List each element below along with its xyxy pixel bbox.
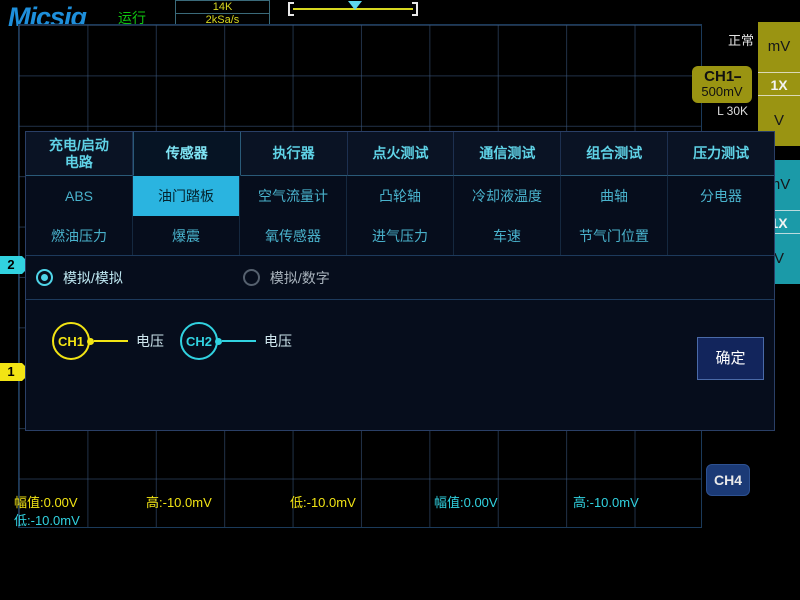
channel-assignment-area: CH1 电压 CH2 电压 [26, 300, 774, 430]
bottom-toolbar: 微调 快速 保存 ∿ 500 ms ∿ CH1 [0, 530, 800, 600]
ch4-button[interactable]: CH4 [706, 464, 750, 496]
sensor-item-intake-pressure[interactable]: 进气压力 [347, 216, 454, 255]
channel-marker-ch1[interactable]: 1 [0, 363, 31, 381]
tab-charging-circuit[interactable]: 充电/启动 电路 [26, 132, 133, 176]
memory-depth-value: 14K [176, 1, 269, 14]
sensor-item-vehicle-speed[interactable]: 车速 [454, 216, 561, 255]
radio-analog-analog[interactable]: 模拟/模拟 [36, 268, 123, 288]
channel-node-ch1-pin-icon [87, 337, 94, 345]
radio-analog-digital[interactable]: 模拟/数字 [242, 268, 330, 288]
channel-node-ch1-wire-icon [94, 340, 128, 342]
ch1-badge-name-text: CH1 [704, 68, 735, 85]
tab-communication-test[interactable]: 通信测试 [454, 132, 562, 176]
channel-node-ch2-circle[interactable]: CH2 [180, 322, 218, 360]
tab-charging-circuit-line2: 电路 [64, 153, 93, 170]
ch1-badge-sub-label: L 30K [717, 104, 748, 118]
channel-node-ch2-wire-icon [222, 340, 256, 342]
channel-node-ch1[interactable]: CH1 电压 [52, 322, 164, 360]
tab-pressure-test[interactable]: 压力测试 [668, 132, 775, 176]
tab-actuators[interactable]: 执行器 [240, 132, 348, 176]
sensor-item-throttle-position[interactable]: 节气门位置 [561, 216, 668, 255]
memory-bracket-right-icon [412, 2, 418, 16]
measurement-ch1-1[interactable]: 高:-10.0mV [146, 492, 212, 511]
tab-ignition-test[interactable]: 点火测试 [347, 132, 455, 176]
ch1-status-badge[interactable]: CH1━ 500mV [692, 66, 752, 104]
channel-marker-ch2[interactable]: 2 [0, 256, 31, 274]
sensor-item-crankshaft[interactable]: 曲轴 [561, 176, 668, 216]
trigger-status-label: 正常 [727, 33, 754, 48]
signal-mode-radio-group: 模拟/模拟 模拟/数字 [26, 256, 774, 300]
sensor-item-empty [668, 216, 774, 255]
ch1-badge-scale: 500mV [701, 84, 743, 100]
channel-node-ch1-circle[interactable]: CH1 [52, 322, 90, 360]
sensor-item-knock[interactable]: 爆震 [133, 216, 240, 255]
tab-combination-test[interactable]: 组合测试 [561, 132, 669, 176]
confirm-button[interactable]: 确定 [697, 337, 764, 380]
sensor-item-distributor[interactable]: 分电器 [668, 176, 774, 216]
sensor-item-camshaft[interactable]: 凸轮轴 [347, 176, 454, 216]
acquisition-info-box[interactable]: 14K 2kSa/s [175, 0, 270, 27]
ch1-unit-up-button[interactable]: mV [758, 22, 800, 72]
channel-node-ch2-pin-icon [215, 337, 222, 345]
measurement-ch2-1[interactable]: 高:-10.0mV [573, 492, 639, 511]
measurement-ch1-2[interactable]: 低:-10.0mV [290, 492, 356, 511]
measurement-ch1-0[interactable]: 幅值:0.00V [14, 492, 78, 511]
radio-analog-analog-label: 模拟/模拟 [63, 269, 123, 286]
sensor-list-row-2: 燃油压力 爆震 氧传感器 进气压力 车速 节气门位置 [26, 216, 774, 256]
sensor-item-oxygen[interactable]: 氧传感器 [240, 216, 347, 255]
auto-test-panel: 充电/启动 电路 传感器 执行器 点火测试 通信测试 组合测试 压力测试 ABS… [25, 131, 775, 431]
panel-tab-row: 充电/启动 电路 传感器 执行器 点火测试 通信测试 组合测试 压力测试 [26, 132, 775, 176]
sensor-item-fuel-pressure[interactable]: 燃油压力 [26, 216, 133, 255]
sensor-list-row-1: ABS 油门踏板 空气流量计 凸轮轴 冷却液温度 曲轴 分电器 [26, 176, 774, 216]
radio-analog-digital-icon[interactable] [242, 269, 260, 286]
channel-node-ch2[interactable]: CH2 电压 [180, 322, 292, 360]
ch1-scale-stack[interactable]: mV 1X V [758, 22, 800, 146]
radio-analog-digital-label: 模拟/数字 [269, 269, 330, 286]
sensor-item-maf[interactable]: 空气流量计 [240, 176, 347, 216]
sensor-item-throttle-pedal[interactable]: 油门踏板 [133, 176, 240, 216]
sensor-item-abs[interactable]: ABS [26, 176, 133, 216]
memory-position-bar[interactable] [288, 1, 418, 18]
measurement-ch1-3[interactable]: 低:-10.0mV [14, 510, 80, 529]
tab-charging-circuit-line1: 充电/启动 [48, 136, 109, 153]
oscilloscope-screen: Micsig 运行 14K 2kSa/s 2 1 mV 1X V mV 1X V… [0, 0, 800, 600]
dc-coupling-icon: ━ [734, 72, 741, 84]
trigger-position-marker-icon[interactable] [348, 1, 362, 10]
channel-node-ch2-signal-label: 电压 [264, 333, 292, 349]
channel-node-ch1-signal-label: 电压 [136, 333, 164, 349]
ch1-badge-name: CH1━ [696, 68, 748, 85]
measurement-ch2-0[interactable]: 幅值:0.00V [434, 492, 498, 511]
tab-sensors[interactable]: 传感器 [132, 132, 241, 176]
sensor-item-coolant-temp[interactable]: 冷却液温度 [454, 176, 561, 216]
radio-analog-analog-icon[interactable] [36, 269, 53, 286]
ch1-probe-button[interactable]: 1X [758, 72, 800, 96]
